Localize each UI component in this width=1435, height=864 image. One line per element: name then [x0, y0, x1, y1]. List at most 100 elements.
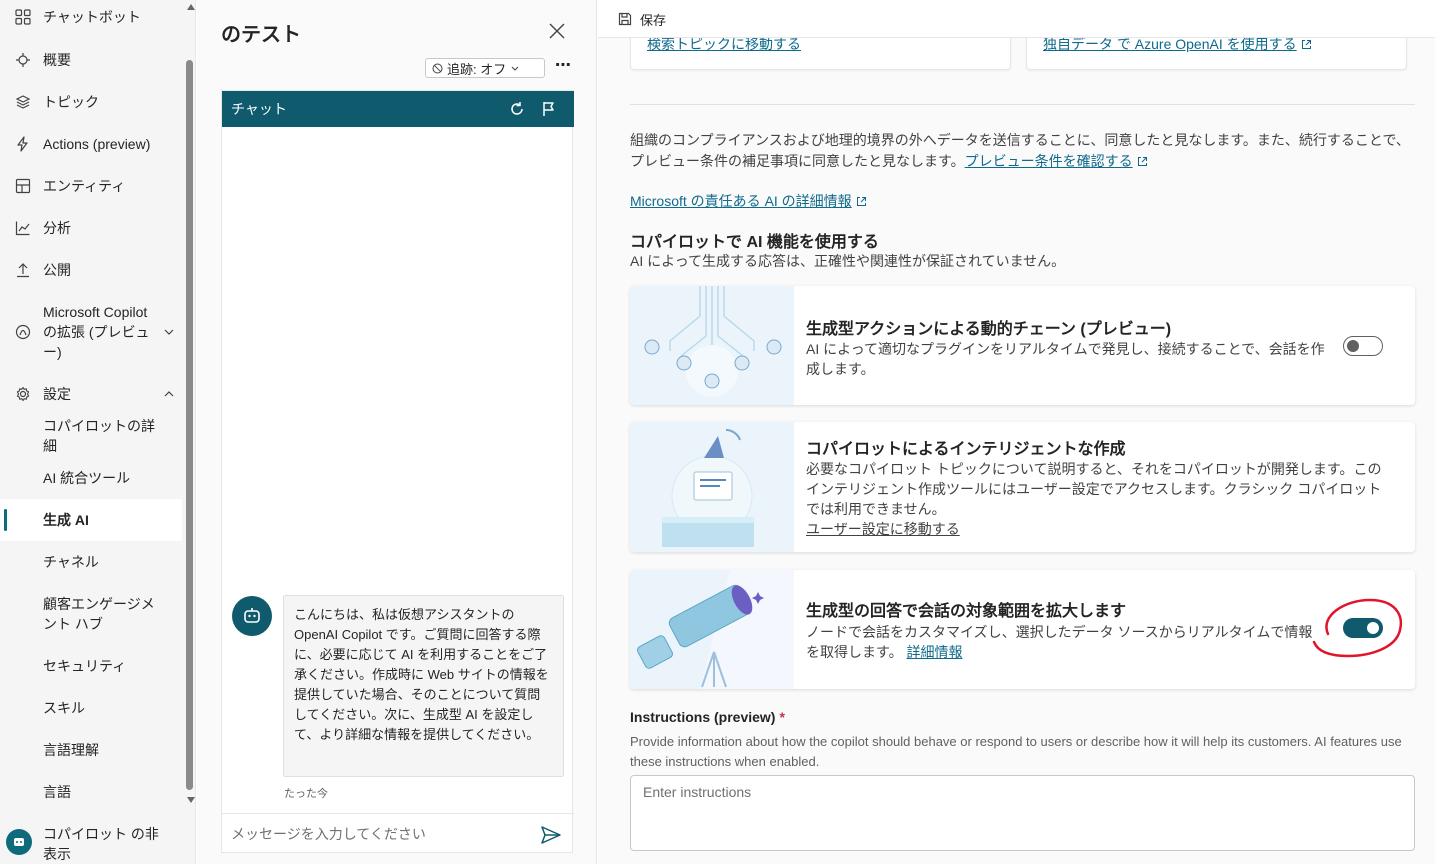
nav-label: 概要 [43, 52, 71, 68]
feature-title: コパイロットによるインテリジェントな作成 [806, 441, 1126, 458]
feature-description-text: ノードで会話をカスタマイズし、選択したデータ ソースからリアルタイムで情報を取得… [806, 624, 1313, 660]
nav-label: 分析 [43, 220, 71, 236]
entities-icon [14, 177, 32, 195]
message-input[interactable] [231, 823, 531, 845]
instructions-label: Instructions (preview) * [630, 709, 785, 725]
nav-item-actions[interactable]: Actions (preview) [0, 130, 182, 158]
consent-paragraph: 組織のコンプライアンスおよび地理的境界の外へデータを送信することに、同意したと見… [630, 130, 1415, 172]
blocked-icon [432, 63, 443, 73]
save-icon [618, 12, 632, 26]
test-panel-title: のテスト [221, 24, 301, 46]
bot-message-bubble: こんにちは、私は仮想アシスタントの OpenAI Copilot です。ご質問に… [283, 595, 564, 777]
command-bar: 保存 [598, 0, 1435, 38]
chevron-down-icon[interactable] [162, 325, 176, 339]
chat-title: チャット [231, 101, 287, 117]
nav-item-chatbots[interactable]: チャットボット [0, 4, 182, 30]
sidebar-item-security[interactable]: セキュリティ [0, 652, 182, 680]
sidebar-item-language-understanding[interactable]: 言語理解 [0, 736, 182, 764]
save-label: 保存 [640, 12, 667, 28]
feature-title: 生成型アクションによる動的チェーン (プレビュー) [806, 321, 1172, 338]
toggle-knob [1367, 622, 1379, 634]
test-panel: のテスト 追跡: オフ ⋯ チャット こんにちは、私は仮想アシスタントの Ope… [197, 0, 597, 864]
instructions-input[interactable] [630, 775, 1415, 851]
section-divider [630, 104, 1415, 105]
flag-icon[interactable] [540, 100, 558, 118]
responsible-ai-label: Microsoft の責任ある AI の詳細情報 [630, 193, 852, 209]
external-link-icon [1301, 40, 1311, 49]
nav-item-copilot-extensions[interactable]: Microsoft Copilot の拡張 (プレビュー) [0, 300, 182, 364]
analytics-icon [14, 219, 32, 237]
chat-window: チャット こんにちは、私は仮想アシスタントの OpenAI Copilot です… [221, 90, 574, 854]
nav-item-topics[interactable]: トピック [0, 88, 182, 116]
sidebar-item-channels[interactable]: チャネル [0, 548, 182, 576]
authoring-illustration [630, 422, 794, 552]
telescope-illustration [630, 570, 794, 689]
nav-label: AI 統合ツール [43, 470, 131, 486]
bot-avatar-icon [232, 596, 272, 636]
scroll-down-arrow[interactable] [187, 797, 195, 803]
toggle-knob [1347, 340, 1359, 352]
nav-label: チャネル [43, 554, 99, 570]
topics-icon [14, 93, 32, 111]
refresh-icon[interactable] [508, 100, 526, 118]
sidebar-item-copilot-details[interactable]: コパイロットの詳細 [0, 418, 182, 454]
feature-description: AI によって適切なプラグインをリアルタイムで発見し、接続することで、会話を作成… [806, 341, 1325, 377]
nav-label: 設定 [43, 386, 71, 402]
chevron-up-icon[interactable] [162, 387, 176, 401]
nav-label: Actions (preview) [43, 136, 151, 152]
nav-label: チャットボット [43, 9, 141, 25]
dynamic-chaining-toggle[interactable] [1343, 336, 1383, 356]
send-icon[interactable] [540, 824, 562, 846]
publish-icon [14, 261, 32, 279]
message-timestamp: たった今 [284, 788, 328, 800]
save-button[interactable]: 保存 [618, 8, 666, 30]
instructions-help-text: Provide information about how the copilo… [630, 734, 1402, 769]
feature-description: ノードで会話をカスタマイズし、選択したデータ ソースからリアルタイムで情報を取得… [806, 622, 1316, 662]
instructions-label-text: Instructions (preview) [630, 709, 776, 725]
required-marker: * [779, 709, 785, 725]
nav-item-settings[interactable]: 設定 [0, 380, 182, 408]
feature-card-intelligent-authoring: コパイロットによるインテリジェントな作成 必要なコパイロット トピックについて説… [630, 422, 1415, 552]
nav-label: 生成 AI [43, 512, 89, 528]
scrollbar-thumb[interactable] [186, 60, 193, 790]
sidebar-item-generative-ai[interactable]: 生成 AI [0, 499, 182, 541]
nav-label: 言語理解 [43, 742, 99, 758]
message-composer [222, 813, 574, 854]
responsible-ai-link[interactable]: Microsoft の責任ある AI の詳細情報 [630, 191, 867, 211]
plugins-illustration [630, 286, 794, 405]
learn-more-link[interactable]: 詳細情報 [907, 644, 963, 660]
close-icon[interactable] [546, 20, 568, 42]
chevron-down-icon [511, 66, 519, 71]
nav-item-overview[interactable]: 概要 [0, 46, 182, 74]
nav-item-analytics[interactable]: 分析 [0, 214, 182, 242]
external-link-icon [856, 197, 866, 206]
sidebar-item-engagement-hub[interactable]: 顧客エンゲージメント ハブ [0, 592, 182, 636]
nav-label: スキル [43, 700, 85, 716]
user-settings-link[interactable]: ユーザー設定に移動する [806, 519, 960, 539]
nav-label: 言語 [43, 784, 71, 800]
sidebar-item-ai-integration[interactable]: AI 統合ツール [0, 464, 182, 492]
nav-label: エンティティ [43, 178, 126, 194]
tracking-toggle-button[interactable]: 追跡: オフ [425, 58, 545, 78]
lightning-icon [14, 135, 32, 153]
nav-item-entities[interactable]: エンティティ [0, 172, 182, 200]
generative-answers-toggle[interactable] [1343, 618, 1383, 638]
left-navigation: チャットボット 概要 トピック Actions (preview) エンティティ… [0, 0, 196, 864]
bot-avatar-icon [6, 829, 32, 855]
azure-openai-link-label: 独自データ で Azure OpenAI を使用する [1043, 36, 1297, 52]
nav-item-publish[interactable]: 公開 [0, 256, 182, 284]
grid-icon [14, 8, 32, 26]
preview-terms-label: プレビュー条件を確認する [964, 153, 1133, 169]
preview-terms-link[interactable]: プレビュー条件を確認する [965, 153, 1133, 169]
section-subtitle: AI によって生成する応答は、正確性や関連性が保証されていません。 [630, 253, 1066, 269]
sidebar-item-languages[interactable]: 言語 [0, 778, 182, 806]
hide-copilot-label: コパイロット の非表示 [43, 826, 159, 862]
scroll-up-arrow[interactable] [187, 4, 195, 10]
feature-card-dynamic-chaining: 生成型アクションによる動的チェーン (プレビュー) AI によって適切なプラグイ… [630, 286, 1415, 405]
sidebar-item-skills[interactable]: スキル [0, 694, 182, 722]
nav-label: トピック [43, 94, 99, 110]
external-link-icon [1137, 157, 1147, 166]
nav-label: コパイロットの詳細 [43, 418, 155, 454]
feature-title: 生成型の回答で会話の対象範囲を拡大します [806, 603, 1127, 620]
more-options-icon[interactable]: ⋯ [553, 58, 573, 78]
